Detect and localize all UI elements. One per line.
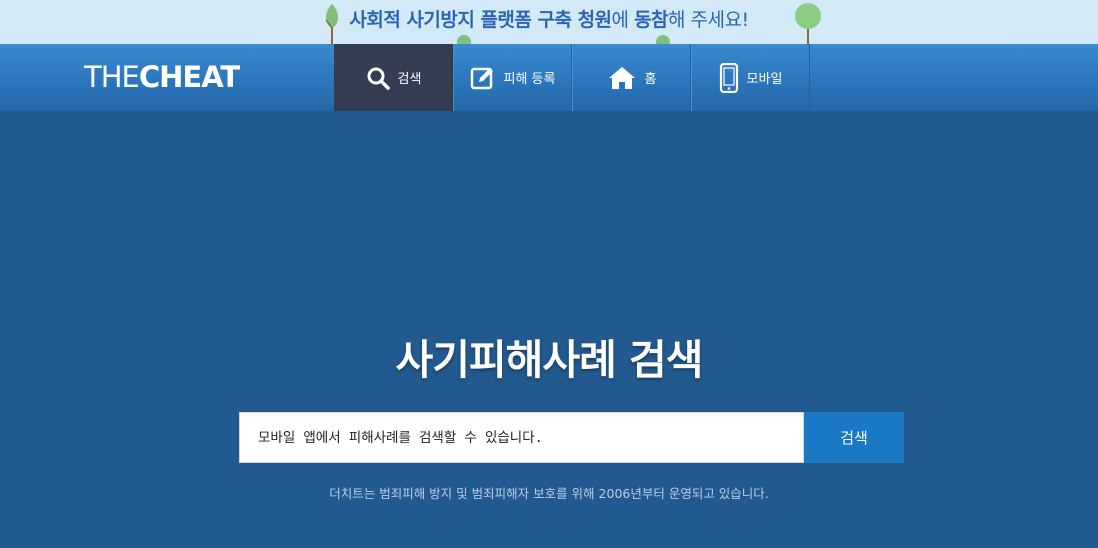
edit-icon bbox=[470, 67, 493, 89]
search-icon bbox=[367, 67, 390, 90]
mobile-phone-icon bbox=[719, 62, 738, 93]
site-description: 더치트는 범죄피해 방지 및 범죄피해자 보호를 위해 2006년부터 운영되고… bbox=[329, 486, 769, 501]
banner-text-part1: 사회적 사기방지 플랫폼 구축 청원 bbox=[349, 9, 612, 31]
nav-home-label: 홈 bbox=[644, 72, 657, 87]
nav-mobile-label: 모바일 bbox=[746, 72, 783, 87]
search-button[interactable]: 검색 bbox=[804, 412, 904, 463]
nav-home[interactable]: 홈 bbox=[572, 44, 691, 111]
banner-text-part3: 동참 bbox=[634, 9, 669, 31]
search-input[interactable] bbox=[239, 412, 804, 463]
banner-text[interactable]: 사회적 사기방지 플랫폼 구축 청원에 동참해 주세요! bbox=[0, 0, 1098, 42]
main-nav: 검색 피해 등록 홈 모바일 bbox=[334, 44, 810, 111]
navbar: THECHEAT 검색 피해 등록 홈 모바일 bbox=[0, 44, 1098, 111]
home-icon bbox=[608, 66, 635, 89]
page-title: 사기피해사례 검색 bbox=[395, 336, 703, 384]
nav-report-label: 피해 등록 bbox=[503, 72, 556, 87]
nav-mobile[interactable]: 모바일 bbox=[691, 44, 810, 111]
search-form: 검색 bbox=[239, 412, 904, 463]
petition-banner[interactable]: 사회적 사기방지 플랫폼 구축 청원에 동참해 주세요! bbox=[0, 0, 1098, 44]
nav-search-label: 검색 bbox=[397, 72, 422, 87]
banner-text-part4: 해 주세요! bbox=[668, 9, 749, 31]
logo-the: THE bbox=[84, 60, 140, 94]
site-logo[interactable]: THECHEAT bbox=[84, 60, 240, 94]
nav-search[interactable]: 검색 bbox=[334, 44, 453, 111]
nav-report[interactable]: 피해 등록 bbox=[453, 44, 572, 111]
banner-text-part2: 에 bbox=[611, 9, 635, 31]
logo-cheat: CHEAT bbox=[138, 60, 240, 94]
